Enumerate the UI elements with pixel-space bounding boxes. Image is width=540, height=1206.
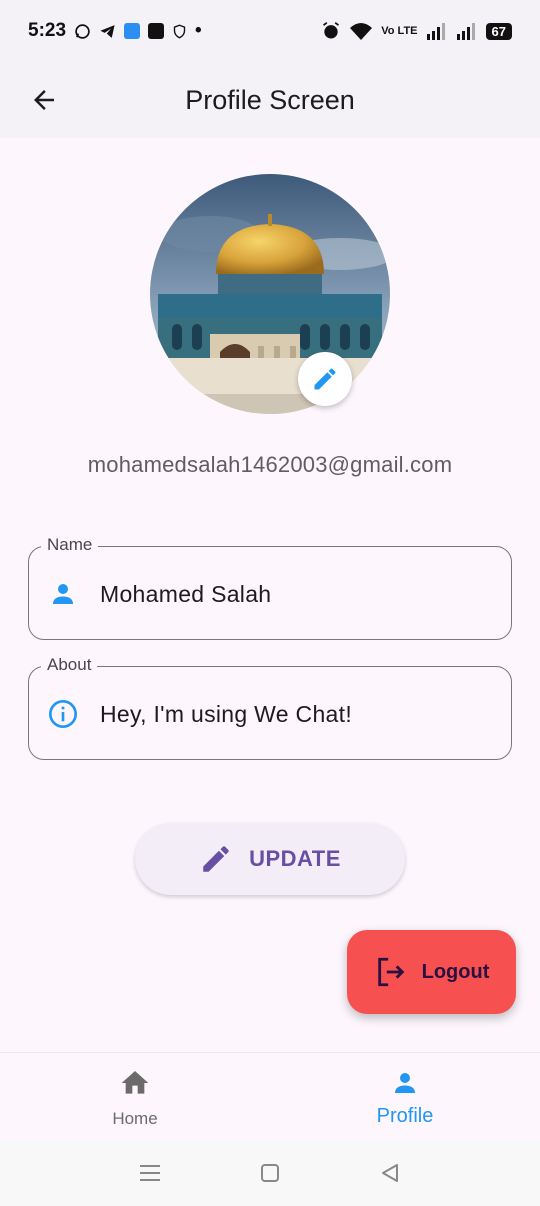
linkedin-icon bbox=[148, 23, 165, 39]
shield-icon bbox=[172, 23, 187, 40]
signal-icon-2 bbox=[456, 22, 478, 40]
recents-icon[interactable] bbox=[130, 1153, 170, 1193]
name-field[interactable]: Name Mohamed Salah bbox=[28, 535, 512, 640]
notification-dot: • bbox=[195, 20, 202, 41]
logout-button-label: Logout bbox=[421, 960, 490, 983]
home-icon bbox=[119, 1067, 151, 1099]
page-title: Profile Screen bbox=[185, 84, 355, 115]
battery-indicator: 67 bbox=[485, 22, 512, 40]
app-bar: Profile Screen bbox=[0, 62, 540, 138]
nav-item-home[interactable]: Home bbox=[0, 1053, 270, 1141]
name-field-label: Name bbox=[41, 535, 99, 555]
status-bar: 5:23 • Vo LTE 67 bbox=[0, 0, 540, 62]
edit-avatar-button[interactable] bbox=[298, 352, 352, 406]
edit-pencil-icon bbox=[314, 368, 336, 390]
telegram-icon bbox=[99, 23, 116, 40]
name-field-value: Mohamed Salah bbox=[100, 581, 272, 607]
about-field-value: Hey, I'm using We Chat! bbox=[100, 701, 353, 727]
signal-icon bbox=[426, 22, 448, 40]
system-navigation-bar bbox=[0, 1140, 540, 1206]
nav-label-home: Home bbox=[112, 1109, 158, 1128]
person-icon bbox=[47, 578, 79, 610]
status-right: Vo LTE 67 bbox=[321, 21, 512, 41]
status-time: 5:23 bbox=[28, 20, 67, 41]
back-triangle-icon[interactable] bbox=[370, 1153, 410, 1193]
whatsapp-icon bbox=[74, 23, 91, 40]
about-field-label: About bbox=[41, 655, 98, 675]
wifi-icon bbox=[349, 21, 373, 41]
update-button-label: UPDATE bbox=[249, 846, 341, 871]
update-button[interactable]: UPDATE bbox=[135, 823, 405, 895]
nav-label-profile: Profile bbox=[376, 1105, 434, 1127]
person-icon bbox=[389, 1067, 421, 1099]
edit-pencil-icon bbox=[203, 846, 229, 872]
about-field[interactable]: About Hey, I'm using We Chat! bbox=[28, 655, 512, 760]
network-label: Vo LTE bbox=[381, 25, 418, 37]
logout-button[interactable]: Logout bbox=[347, 930, 516, 1014]
status-left: 5:23 • bbox=[28, 20, 202, 42]
nav-item-profile[interactable]: Profile bbox=[270, 1053, 540, 1141]
logout-icon bbox=[377, 957, 404, 987]
bottom-navigation: Home Profile bbox=[0, 1052, 540, 1140]
weather-app-icon bbox=[124, 23, 141, 39]
profile-photo bbox=[150, 174, 390, 414]
home-square-icon[interactable] bbox=[250, 1153, 290, 1193]
info-icon bbox=[47, 698, 79, 730]
alarm-icon bbox=[321, 21, 341, 41]
user-email: mohamedsalah1462003@gmail.com bbox=[87, 452, 453, 477]
avatar bbox=[150, 174, 390, 414]
